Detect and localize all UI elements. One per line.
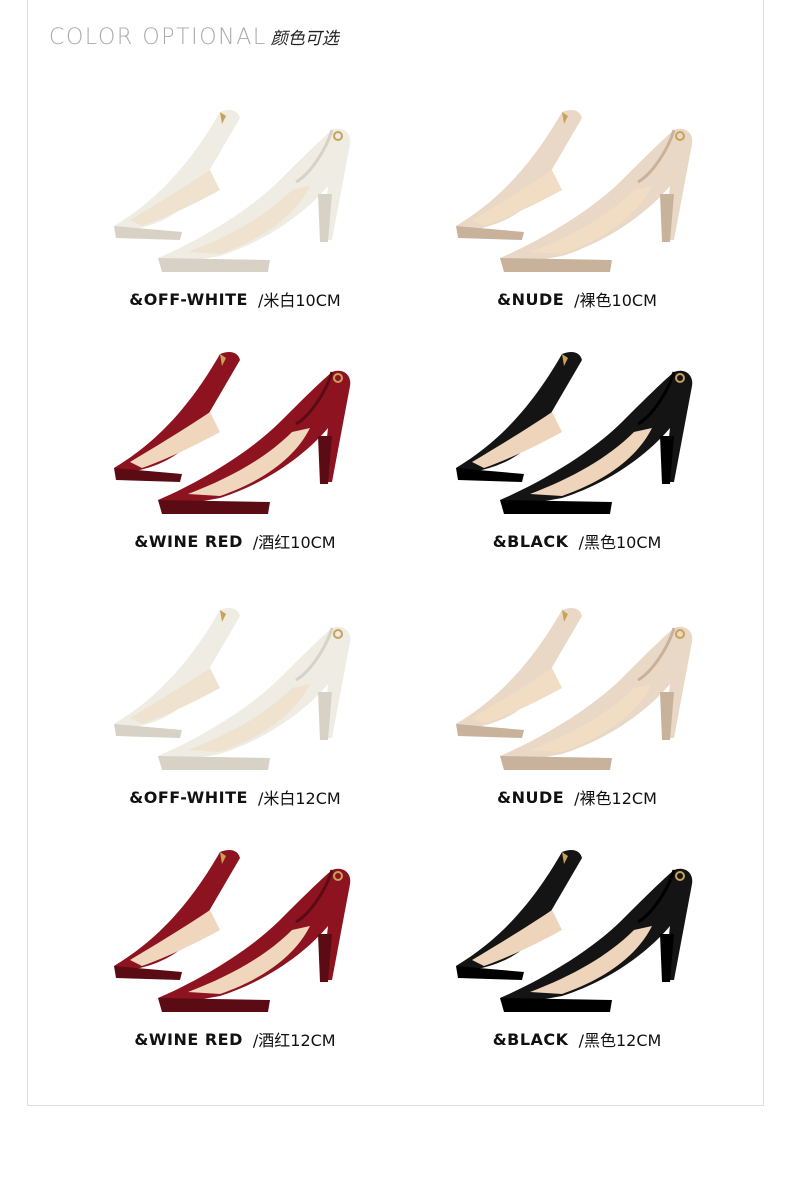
product-item-black-10cm[interactable]: &BLACK /黑色10CM: [412, 332, 742, 572]
back-shoe: [114, 850, 240, 980]
shoe-image: [456, 850, 693, 1012]
shoe-image: [456, 352, 693, 514]
product-color-desc: /酒红10CM: [252, 533, 336, 552]
product-color-name: &OFF-WHITE: [129, 787, 248, 807]
back-shoe: [456, 850, 582, 980]
product-color-name: &BLACK: [492, 531, 569, 551]
product-item-off-white-12cm[interactable]: &OFF-WHITE /米白12CM: [70, 588, 400, 828]
product-item-wine-red-12cm[interactable]: &WINE RED /酒红12CM: [70, 830, 400, 1070]
back-shoe: [114, 352, 240, 482]
product-color-desc: /裸色10CM: [574, 291, 657, 310]
product-caption: &NUDE /裸色12CM: [412, 783, 742, 811]
product-caption: &NUDE /裸色10CM: [412, 285, 742, 313]
section-title-cn: 颜色可选: [270, 29, 339, 49]
product-color-desc: /酒红12CM: [252, 1031, 336, 1050]
back-shoe: [456, 608, 582, 738]
product-caption: &WINE RED /酒红12CM: [70, 1025, 400, 1053]
product-color-name: &WINE RED: [134, 1029, 243, 1049]
product-color-name: &NUDE: [497, 787, 565, 807]
product-item-wine-red-10cm[interactable]: &WINE RED /酒红10CM: [70, 332, 400, 572]
product-color-name: &BLACK: [492, 1029, 569, 1049]
back-shoe: [456, 110, 582, 240]
shoe-image: [114, 850, 351, 1012]
product-color-desc: /裸色12CM: [574, 789, 657, 808]
shoe-image: [114, 110, 351, 272]
shoe-image: [114, 352, 351, 514]
shoe-image: [456, 608, 693, 770]
product-color-desc: /黑色12CM: [578, 1031, 662, 1050]
product-color-name: &NUDE: [497, 289, 565, 309]
shoe-image: [456, 110, 693, 272]
product-caption: &OFF-WHITE /米白12CM: [70, 783, 400, 811]
section-title-en: COLOR OPTIONAL: [49, 25, 267, 50]
product-item-off-white-10cm[interactable]: &OFF-WHITE /米白10CM: [70, 90, 400, 330]
product-item-black-12cm[interactable]: &BLACK /黑色12CM: [412, 830, 742, 1070]
product-color-desc: /米白12CM: [257, 789, 341, 808]
product-caption: &OFF-WHITE /米白10CM: [70, 285, 400, 313]
back-shoe: [114, 608, 240, 738]
product-item-nude-12cm[interactable]: &NUDE /裸色12CM: [412, 588, 742, 828]
product-color-desc: /米白10CM: [257, 291, 341, 310]
product-color-name: &OFF-WHITE: [129, 289, 248, 309]
section-header: COLOR OPTIONAL 颜色可选: [49, 24, 339, 58]
product-caption: &BLACK /黑色10CM: [412, 527, 742, 555]
product-caption: &BLACK /黑色12CM: [412, 1025, 742, 1053]
back-shoe: [456, 352, 582, 482]
back-shoe: [114, 110, 240, 240]
product-color-name: &WINE RED: [134, 531, 243, 551]
shoe-image: [114, 608, 351, 770]
product-item-nude-10cm[interactable]: &NUDE /裸色10CM: [412, 90, 742, 330]
product-color-desc: /黑色10CM: [578, 533, 662, 552]
product-caption: &WINE RED /酒红10CM: [70, 527, 400, 555]
